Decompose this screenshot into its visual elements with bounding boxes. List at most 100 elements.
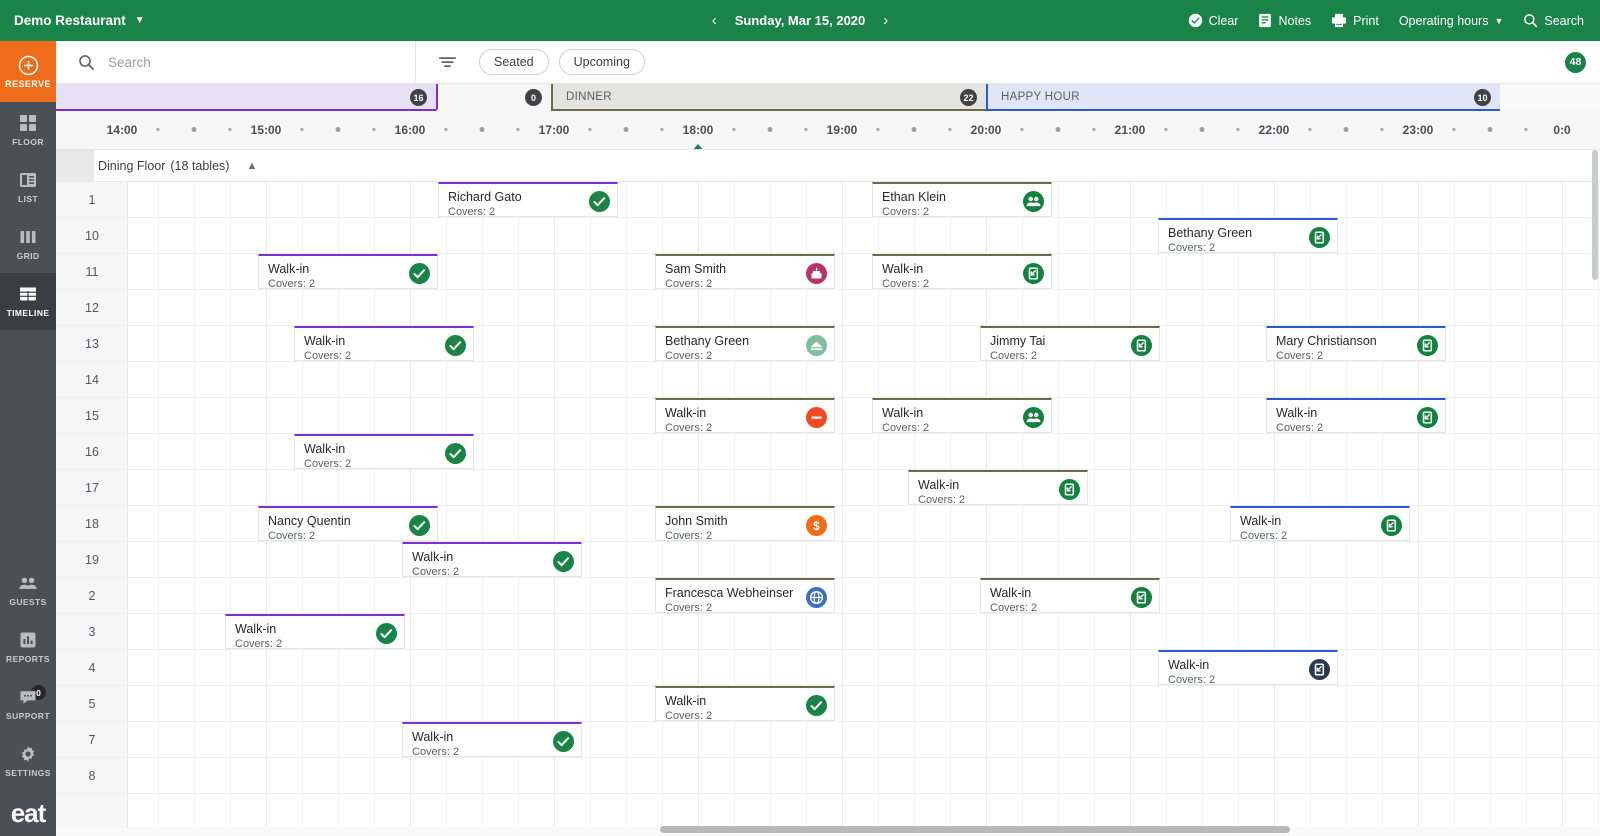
reservation-block[interactable]: Walk-in Covers: 2 [294, 434, 474, 469]
chip-seated[interactable]: Seated [479, 49, 549, 75]
time-tick-label: 18:00 [682, 123, 714, 137]
time-tick-dot [732, 128, 736, 131]
table-row-label[interactable]: 4 [56, 650, 128, 686]
vertical-scrollbar[interactable] [1592, 150, 1598, 280]
horizontal-scroll-track[interactable] [56, 826, 1600, 836]
current-date: Sunday, Mar 15, 2020 [734, 13, 866, 28]
reservation-block[interactable]: Francesca Webheinser Covers: 2 [655, 578, 835, 613]
reservation-block[interactable]: Walk-in Covers: 2 [225, 614, 405, 649]
print-button[interactable]: Print [1331, 13, 1379, 28]
restaurant-selector[interactable]: Demo Restaurant ▼ [0, 13, 145, 28]
table-row-label[interactable]: 5 [56, 686, 128, 722]
reservation-block[interactable]: Bethany Green Covers: 2 [655, 326, 835, 361]
table-row-label[interactable]: 3 [56, 614, 128, 650]
reservation-guest-name: Walk-in [665, 406, 707, 420]
reservation-block[interactable]: Walk-in Covers: 2 [402, 542, 582, 577]
table-row-label[interactable]: 11 [56, 254, 128, 290]
time-tick-dot [911, 127, 917, 132]
reservation-block[interactable]: Bethany Green Covers: 2 [1158, 218, 1338, 253]
row-divider [128, 577, 1600, 578]
search-input[interactable] [108, 54, 378, 70]
service-segment[interactable]: DINNER 22 [551, 84, 986, 111]
search-button[interactable]: Search [1523, 13, 1584, 28]
sidebar-label-support-text: SUPPORT [6, 711, 50, 721]
reservation-block[interactable]: Jimmy Tai Covers: 2 [980, 326, 1160, 361]
table-row-label[interactable]: 14 [56, 362, 128, 398]
time-tick-dot [1343, 127, 1349, 132]
sidebar-item-support[interactable]: 0 SUPPORT [0, 676, 56, 733]
sidebar-item-settings[interactable]: SETTINGS [0, 733, 56, 790]
reserve-button[interactable]: RESERVE [0, 41, 56, 102]
group-table-count: (18 tables) [170, 158, 230, 173]
next-day-button[interactable]: › [883, 12, 888, 29]
notes-button[interactable]: Notes [1258, 13, 1311, 28]
sidebar-item-list[interactable]: LIST [0, 159, 56, 216]
service-count-badge: 22 [960, 89, 977, 106]
reservation-block[interactable]: Walk-in Covers: 2 [655, 398, 835, 433]
reservation-block[interactable]: Ethan Klein Covers: 2 [872, 182, 1052, 217]
table-row-label[interactable]: 10 [56, 218, 128, 254]
sidebar-item-floor[interactable]: FLOOR [0, 102, 56, 159]
time-gridline [1598, 182, 1599, 828]
reservation-block[interactable]: Walk-in Covers: 2 [872, 398, 1052, 433]
operating-hours-button[interactable]: Operating hours ▼ [1399, 14, 1504, 28]
prev-day-button[interactable]: ‹ [712, 12, 717, 29]
service-segment[interactable]: 16 [56, 84, 436, 111]
table-row-label[interactable]: 15 [56, 398, 128, 434]
table-row-label[interactable]: 17 [56, 470, 128, 506]
table-row-label[interactable]: 18 [56, 506, 128, 542]
horizontal-scrollbar[interactable] [660, 826, 1290, 833]
reservation-block[interactable]: Richard Gato Covers: 2 [438, 182, 618, 217]
time-tick-dot [1020, 128, 1024, 131]
reservation-block[interactable]: Walk-in Covers: 2 [655, 686, 835, 721]
reservation-guest-name: Walk-in [918, 478, 960, 492]
reservation-block[interactable]: John Smith Covers: 2 $ [655, 506, 835, 541]
table-row-label[interactable]: 8 [56, 758, 128, 794]
reservation-guest-name: Bethany Green [665, 334, 750, 348]
reservation-block[interactable]: Walk-in Covers: 2 [294, 326, 474, 361]
time-gridline [1418, 182, 1419, 828]
table-row-label[interactable]: 7 [56, 722, 128, 758]
reservation-block[interactable]: Nancy Quentin Covers: 2 [258, 506, 438, 541]
time-gridline [1526, 182, 1527, 828]
sidebar-item-guests[interactable]: GUESTS [0, 562, 56, 619]
operating-hours-label: Operating hours [1398, 13, 1489, 28]
booked-door-icon [1309, 227, 1330, 248]
clear-button[interactable]: Clear [1188, 13, 1238, 28]
time-gridline [1202, 182, 1203, 828]
seated-check-icon [589, 191, 610, 212]
table-row-label[interactable]: 13 [56, 326, 128, 362]
sidebar-item-timeline[interactable]: TIMELINE [0, 273, 56, 330]
filter-icon[interactable] [438, 54, 457, 70]
time-tick-dot [660, 128, 664, 131]
reservation-block[interactable]: Walk-in Covers: 2 [980, 578, 1160, 613]
service-segment[interactable]: 0 [436, 84, 551, 111]
service-segment[interactable]: HAPPY HOUR 10 [986, 84, 1500, 111]
floor-group-header[interactable]: Dining Floor (18 tables) ▲ [56, 149, 1600, 182]
seated-check-icon [806, 695, 827, 716]
time-tick-dot [1380, 128, 1384, 131]
booked-door-icon [1131, 335, 1152, 356]
reservation-block[interactable]: Walk-in Covers: 2 [258, 254, 438, 289]
reservation-block[interactable]: Walk-in Covers: 2 [1266, 398, 1446, 433]
reservation-block[interactable]: Walk-in Covers: 2 [402, 722, 582, 757]
time-gridline [1166, 182, 1167, 828]
sidebar-item-reports[interactable]: REPORTS [0, 619, 56, 676]
reservation-block[interactable]: Walk-in Covers: 2 [1230, 506, 1410, 541]
top-bar: Demo Restaurant ▼ ‹ Sunday, Mar 15, 2020… [0, 0, 1600, 41]
reservation-block[interactable]: Walk-in Covers: 2 [908, 470, 1088, 505]
sidebar-item-grid[interactable]: GRID [0, 216, 56, 273]
table-row-label[interactable]: 2 [56, 578, 128, 614]
reservation-block[interactable]: Sam Smith Covers: 2 [655, 254, 835, 289]
guests-icon [19, 577, 37, 589]
reservation-block[interactable]: Walk-in Covers: 2 [872, 254, 1052, 289]
reservation-block[interactable]: Mary Christianson Covers: 2 [1266, 326, 1446, 361]
table-row-label[interactable]: 19 [56, 542, 128, 578]
table-row-label[interactable]: 16 [56, 434, 128, 470]
table-row-label[interactable]: 12 [56, 290, 128, 326]
chip-upcoming[interactable]: Upcoming [558, 49, 645, 75]
chevron-up-icon[interactable]: ▲ [246, 160, 257, 172]
reservation-block[interactable]: Walk-in Covers: 2 [1158, 650, 1338, 685]
table-row-label[interactable]: 1 [56, 182, 128, 218]
chevron-down-icon: ▼ [1494, 15, 1504, 26]
